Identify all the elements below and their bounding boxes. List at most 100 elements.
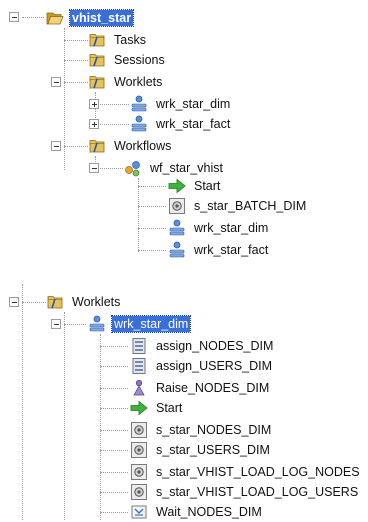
collapse-toggle-wf-star-vhist[interactable] — [89, 163, 99, 173]
tasks-label: Tasks — [114, 33, 146, 47]
worklet-icon — [130, 115, 148, 133]
assignment-label: assign_NODES_DIM — [156, 339, 274, 353]
assignment-label: assign_USERS_DIM — [156, 359, 273, 373]
session-icon — [130, 483, 148, 501]
tree-node-sessions[interactable]: Sessions — [88, 50, 167, 70]
tree-connector — [64, 60, 88, 61]
tree-connector — [100, 346, 128, 347]
folder-icon — [88, 73, 106, 91]
worklet-icon — [130, 95, 148, 113]
worklet-icon — [88, 315, 106, 333]
tree-connector — [64, 82, 88, 83]
session-label: s_star_USERS_DIM — [156, 443, 270, 457]
folder-icon — [88, 51, 106, 69]
tree-connector — [100, 492, 128, 493]
tree-connector — [22, 302, 46, 303]
session-icon — [130, 463, 148, 481]
start-label: Start — [156, 401, 183, 415]
tree-node-repository[interactable]: vhist_star — [46, 8, 135, 28]
tree-connector — [64, 312, 65, 520]
tree-node-worklet[interactable]: wrk_star_dim — [168, 218, 270, 238]
workflow-icon — [124, 159, 142, 177]
tree-connector — [100, 430, 128, 431]
start-arrow-icon — [130, 399, 148, 417]
tree-node-worklet-selected[interactable]: wrk_star_dim — [88, 314, 192, 334]
tree-node-start[interactable]: Start — [168, 176, 222, 196]
tree-connector — [138, 186, 166, 187]
worklets-label: Worklets — [114, 75, 163, 89]
session-label: s_star_VHIST_LOAD_LOG_USERS — [156, 485, 359, 499]
tree-connector — [22, 17, 44, 18]
event-wait-label: Wait_NODES_DIM — [156, 505, 262, 519]
tree-node-worklets[interactable]: Worklets — [46, 292, 122, 312]
tree-node-assignment[interactable]: assign_NODES_DIM — [130, 336, 275, 356]
tree-connector — [100, 472, 128, 473]
tree-connector — [138, 206, 166, 207]
session-label: s_star_VHIST_LOAD_LOG_NODES — [156, 465, 360, 479]
tree-node-tasks[interactable]: Tasks — [88, 30, 148, 50]
tree-connector — [64, 324, 86, 325]
tree-connector — [95, 104, 129, 105]
session-icon — [130, 421, 148, 439]
folder-icon — [46, 293, 64, 311]
start-arrow-icon — [168, 177, 186, 195]
expand-toggle-wrk-star-fact[interactable] — [89, 119, 99, 129]
tree-node-session[interactable]: s_star_BATCH_DIM — [168, 196, 308, 216]
tree-connector — [100, 512, 128, 513]
tree-node-worklets[interactable]: Worklets — [88, 72, 164, 92]
tree-connector — [95, 168, 123, 169]
folder-icon — [88, 31, 106, 49]
sessions-label: Sessions — [114, 53, 165, 67]
collapse-toggle-wrk-star-dim[interactable] — [51, 319, 61, 329]
tree-node-worklet[interactable]: wrk_star_fact — [130, 114, 232, 134]
assignment-icon — [130, 357, 148, 375]
selected-worklet-label: wrk_star_dim — [110, 315, 192, 333]
expand-toggle-wrk-star-dim[interactable] — [89, 99, 99, 109]
tree-connector — [100, 450, 128, 451]
event-wait-icon — [130, 503, 148, 521]
worklet-label: wrk_star_dim — [194, 221, 269, 235]
event-raise-icon — [130, 379, 148, 397]
repository-name: vhist_star — [68, 9, 135, 27]
tree-connector — [64, 146, 88, 147]
start-label: Start — [194, 179, 221, 193]
session-icon — [168, 197, 186, 215]
tree-node-session[interactable]: s_star_USERS_DIM — [130, 440, 272, 460]
open-folder-icon — [46, 9, 64, 27]
tree-node-session[interactable]: s_star_VHIST_LOAD_LOG_NODES — [130, 462, 362, 482]
worklet-icon — [168, 241, 186, 259]
tree-node-session[interactable]: s_star_VHIST_LOAD_LOG_USERS — [130, 482, 360, 502]
tree-node-assignment[interactable]: assign_USERS_DIM — [130, 356, 274, 376]
tree-connector — [95, 124, 129, 125]
tree-connector — [64, 40, 88, 41]
tree-node-worklet[interactable]: wrk_star_dim — [130, 94, 232, 114]
tree-connector — [138, 178, 139, 252]
tree-connector — [100, 366, 128, 367]
worklet-label: wrk_star_fact — [156, 117, 231, 131]
collapse-toggle-workflows[interactable] — [51, 141, 61, 151]
tree-connector — [100, 388, 128, 389]
worklet-label: wrk_star_fact — [194, 243, 269, 257]
event-raise-label: Raise_NODES_DIM — [156, 381, 270, 395]
tree-node-session[interactable]: s_star_NODES_DIM — [130, 420, 273, 440]
collapse-toggle-worklets[interactable] — [9, 297, 19, 307]
tree-node-workflow[interactable]: wf_star_vhist — [124, 158, 225, 178]
session-label: s_star_NODES_DIM — [156, 423, 272, 437]
tree-node-event-raise[interactable]: Raise_NODES_DIM — [130, 378, 271, 398]
tree-connector — [138, 228, 166, 229]
tree-connector — [64, 28, 65, 170]
tree-connector — [100, 408, 128, 409]
folder-icon — [88, 137, 106, 155]
workflows-label: Workflows — [114, 139, 172, 153]
tree-connector — [22, 284, 23, 520]
tree-node-workflows[interactable]: Workflows — [88, 136, 173, 156]
tree-node-worklet[interactable]: wrk_star_fact — [168, 240, 270, 260]
collapse-toggle-worklets[interactable] — [51, 77, 61, 87]
worklet-label: wrk_star_dim — [156, 97, 231, 111]
tree-connector — [138, 250, 166, 251]
collapse-toggle-root[interactable] — [9, 12, 19, 22]
tree-node-event-wait[interactable]: Wait_NODES_DIM — [130, 502, 264, 522]
worklet-icon — [168, 219, 186, 237]
workflow-label: wf_star_vhist — [150, 161, 223, 175]
tree-node-start[interactable]: Start — [130, 398, 184, 418]
